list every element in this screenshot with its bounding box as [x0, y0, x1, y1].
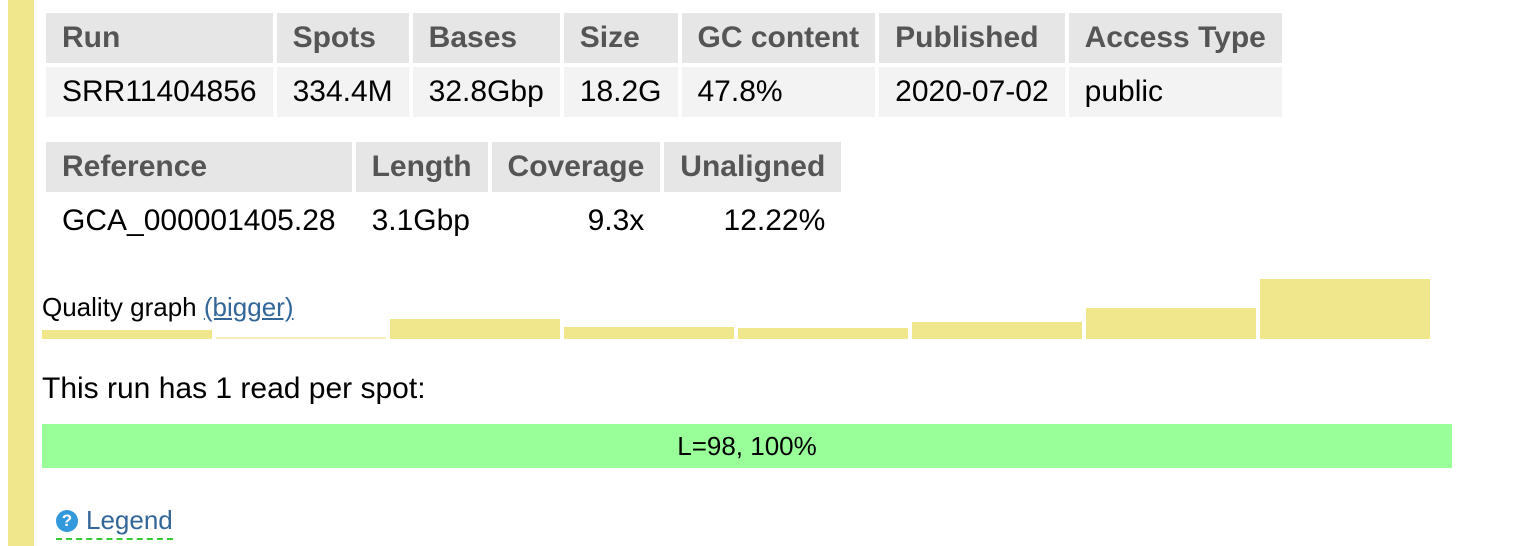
- cell-gc-content: 47.8%: [681, 67, 876, 117]
- header-bases: Bases: [412, 13, 560, 63]
- quality-bar: [216, 337, 386, 339]
- cell-access-type: public: [1068, 67, 1282, 117]
- run-table-header-row: Run Spots Bases Size GC content Publishe…: [46, 13, 1282, 63]
- header-length: Length: [355, 142, 488, 192]
- table-row: GCA_000001405.28 3.1Gbp 9.3x 12.22%: [46, 196, 841, 246]
- quality-bar: [42, 330, 212, 339]
- header-unaligned: Unaligned: [664, 142, 842, 192]
- cell-spots: 334.4M: [276, 67, 409, 117]
- cell-size: 18.2G: [563, 67, 678, 117]
- bigger-link[interactable]: (bigger): [204, 292, 294, 322]
- header-published: Published: [879, 13, 1065, 63]
- header-size: Size: [563, 13, 678, 63]
- cell-run: SRR11404856: [46, 67, 273, 117]
- cell-reference: GCA_000001405.28: [62, 204, 336, 237]
- header-run: Run: [46, 13, 273, 63]
- reference-table-header-row: Reference Length Coverage Unaligned: [46, 142, 842, 192]
- run-info-page: Run Spots Bases Size GC content Publishe…: [0, 0, 1528, 546]
- table-row: SRR11404856 334.4M 32.8Gbp 18.2G 47.8% 2…: [46, 67, 1282, 117]
- cell-coverage: 9.3x: [587, 204, 645, 237]
- quality-bar: [390, 319, 560, 339]
- legend-link[interactable]: ? Legend: [56, 505, 173, 540]
- quality-bar: [738, 328, 908, 339]
- quality-graph: Quality graph (bigger): [42, 278, 1442, 340]
- reference-table: Reference Length Coverage Unaligned GCA_…: [42, 138, 845, 250]
- header-spots: Spots: [276, 13, 409, 63]
- quality-bar: [1260, 279, 1430, 339]
- run-summary-table: Run Spots Bases Size GC content Publishe…: [42, 9, 1286, 121]
- quality-bar: [1086, 308, 1256, 339]
- cell-unaligned: 12.22%: [723, 204, 826, 237]
- quality-graph-title: Quality graph: [42, 292, 197, 322]
- left-accent-bar: [8, 0, 34, 546]
- legend-label: Legend: [86, 505, 173, 535]
- quality-bar: [564, 327, 734, 339]
- header-gc-content: GC content: [681, 13, 876, 63]
- read-length-label: L=98, 100%: [677, 430, 817, 461]
- quality-graph-label: Quality graph (bigger): [42, 292, 293, 323]
- header-access-type: Access Type: [1068, 13, 1282, 63]
- cell-published: 2020-07-02: [879, 67, 1065, 117]
- cell-bases: 32.8Gbp: [412, 67, 560, 117]
- header-reference: Reference: [46, 142, 352, 192]
- header-coverage: Coverage: [491, 142, 661, 192]
- cell-length: 3.1Gbp: [371, 204, 470, 237]
- quality-bar: [912, 322, 1082, 339]
- read-length-bar: L=98, 100%: [42, 424, 1452, 468]
- help-icon: ?: [56, 509, 78, 532]
- reads-summary: This run has 1 read per spot:: [42, 372, 426, 405]
